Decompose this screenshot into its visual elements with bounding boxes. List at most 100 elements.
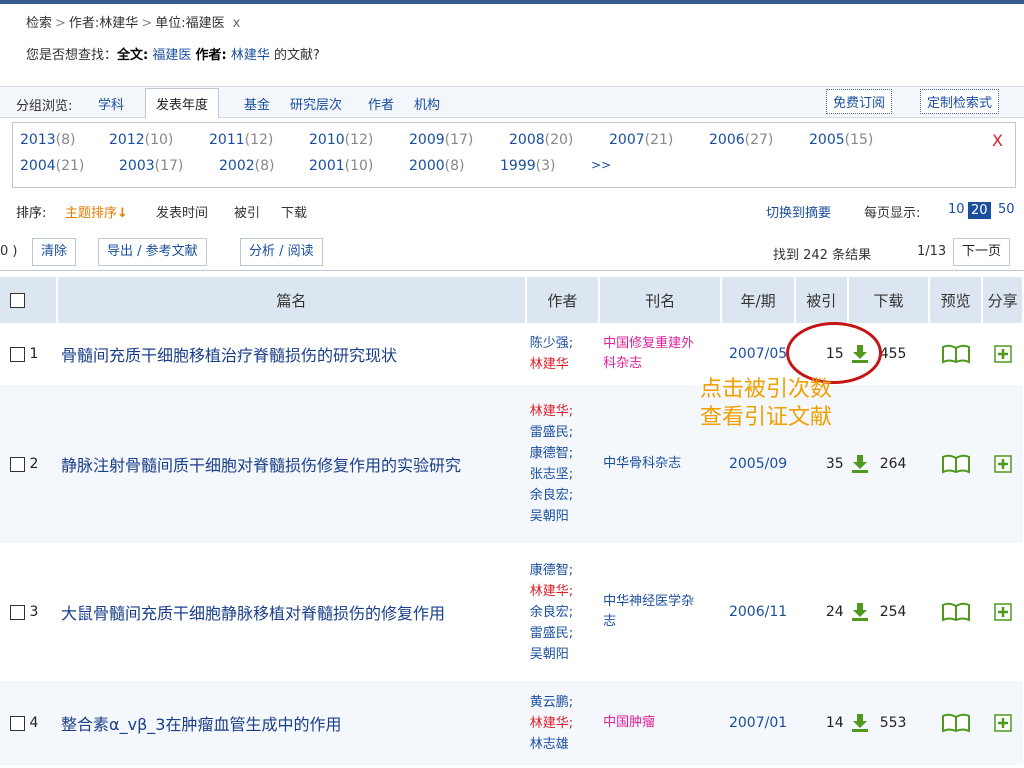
year-filter-item[interactable]: 2012(10) [109, 132, 173, 148]
year-filter-item[interactable]: 1999(3) [500, 158, 555, 174]
breadcrumb-search[interactable]: 检索 [26, 16, 52, 31]
close-year-filter-icon[interactable]: X [992, 131, 1003, 150]
per-page-20[interactable]: 20 [968, 202, 991, 219]
tab-author[interactable]: 作者 [368, 94, 394, 113]
tab-research-level[interactable]: 研究层次 [290, 94, 342, 113]
year-filter-item[interactable]: 2008(20) [509, 132, 573, 148]
author-link[interactable]: 吴朝阳 [530, 506, 595, 527]
tab-fund[interactable]: 基金 [244, 94, 270, 113]
download-icon[interactable] [851, 714, 868, 732]
result-toolbar: 0 ) 清除 导出 / 参考文献 分析 / 阅读 找到 242 条结果 1/13… [0, 234, 1024, 271]
citation-count-link[interactable]: 24 [794, 543, 848, 681]
year-filter-item[interactable]: 2007(21) [609, 132, 673, 148]
author-link[interactable]: 余良宏; [530, 602, 595, 623]
suggest-fulltext-label: 全文: [117, 48, 149, 63]
year-filter-item[interactable]: 2004(21) [20, 158, 84, 174]
download-icon[interactable] [851, 603, 868, 621]
author-link[interactable]: 康德智; [530, 443, 595, 464]
year-filter-item[interactable]: 2001(10) [309, 158, 373, 174]
custom-expression-button[interactable]: 定制检索式 [920, 89, 1000, 114]
tab-institution[interactable]: 机构 [414, 94, 440, 113]
free-subscribe-button[interactable]: 免费订阅 [826, 89, 893, 114]
journal-link[interactable]: 中华骨科杂志 [603, 454, 703, 474]
book-preview-icon[interactable] [941, 713, 971, 733]
next-page-button[interactable]: 下一页 [953, 238, 1011, 266]
author-link[interactable]: 雷盛民; [530, 422, 595, 443]
preview-cell [929, 681, 983, 765]
tab-subject[interactable]: 学科 [98, 94, 124, 113]
author-link[interactable]: 林志雄 [530, 734, 595, 755]
title-cell: 大鼠骨髓间充质干细胞静脉移植对脊髓损伤的修复作用 [57, 543, 526, 681]
year-filter-item[interactable]: 2003(17) [119, 158, 183, 174]
sort-by-downloads[interactable]: 下载 [281, 202, 307, 221]
year-filter-item[interactable]: 2000(8) [409, 158, 464, 174]
author-link[interactable]: 林建华; [530, 401, 595, 422]
author-link[interactable]: 雷盛民; [530, 623, 595, 644]
citation-count-link[interactable]: 14 [794, 681, 848, 765]
result-count: 找到 242 条结果 [773, 248, 872, 263]
sort-by-date[interactable]: 发表时间 [156, 202, 208, 221]
year-filter-item[interactable]: 2011(12) [209, 132, 273, 148]
row-checkbox[interactable] [10, 346, 25, 362]
analyze-read-button[interactable]: 分析 / 阅读 [240, 238, 323, 266]
author-link[interactable]: 黄云鹏; [530, 692, 595, 713]
header-downloads[interactable]: 下载 [847, 277, 931, 323]
sort-by-relevance[interactable]: 主题排序↓ [65, 202, 128, 221]
breadcrumb-close-icon[interactable]: x [233, 16, 241, 31]
share-plus-icon[interactable] [993, 345, 1012, 363]
download-count: 455 [879, 346, 907, 362]
per-page-10[interactable]: 10 [948, 202, 965, 217]
year-filter-item[interactable]: 2006(27) [709, 132, 773, 148]
header-title[interactable]: 篇名 [57, 277, 527, 323]
article-title-link[interactable]: 骨髓间充质干细胞移植治疗脊髓损伤的研究现状 [61, 346, 397, 365]
book-preview-icon[interactable] [941, 602, 971, 622]
share-plus-icon[interactable] [993, 603, 1012, 621]
select-all-checkbox[interactable] [10, 293, 25, 308]
breadcrumb-author[interactable]: 作者:林建华 [69, 16, 138, 31]
download-icon[interactable] [851, 455, 868, 473]
row-checkbox[interactable] [10, 715, 25, 731]
share-plus-icon[interactable] [993, 455, 1012, 473]
suggest-prefix: 您是否想查找： [26, 48, 118, 63]
book-preview-icon[interactable] [941, 454, 971, 474]
journal-link[interactable]: 中国修复重建外科杂志 [603, 334, 703, 374]
sort-bar: 排序: 主题排序↓ 发表时间 被引 下载 切换到摘要 每页显示: 10 20 5… [0, 196, 1024, 226]
clear-button[interactable]: 清除 [32, 238, 77, 266]
switch-to-abstract-link[interactable]: 切换到摘要 [766, 202, 831, 221]
row-checkbox[interactable] [10, 604, 25, 620]
share-plus-icon[interactable] [993, 714, 1012, 732]
author-link[interactable]: 康德智; [530, 560, 595, 581]
year-filter-item[interactable]: 2002(8) [219, 158, 274, 174]
year-filter-item[interactable]: 2013(8) [20, 132, 75, 148]
highlight-circle [786, 322, 882, 384]
article-title-link[interactable]: 大鼠骨髓间充质干细胞静脉移植对脊髓损伤的修复作用 [61, 604, 445, 623]
journal-link[interactable]: 中华神经医学杂志 [603, 592, 703, 632]
per-page-50[interactable]: 50 [998, 202, 1015, 217]
article-title-link[interactable]: 整合素α_vβ_3在肿瘤血管生成中的作用 [61, 715, 341, 734]
author-link[interactable]: 吴朝阳 [530, 644, 595, 665]
more-years-link[interactable]: >> [591, 158, 611, 172]
sort-by-citations[interactable]: 被引 [234, 202, 260, 221]
author-link[interactable]: 张志坚; [530, 464, 595, 485]
author-link[interactable]: 陈少强; [530, 333, 595, 354]
table-row: 3 大鼠骨髓间充质干细胞静脉移植对脊髓损伤的修复作用 康德智; 林建华; 余良宏; 雷… [0, 543, 1023, 681]
export-button[interactable]: 导出 / 参考文献 [98, 238, 207, 266]
breadcrumb-unit[interactable]: 单位:福建医 [155, 16, 224, 31]
year-filter-item[interactable]: 2005(15) [809, 132, 873, 148]
suggest-fulltext-link[interactable]: 福建医 [152, 48, 191, 63]
row-checkbox[interactable] [10, 456, 25, 472]
year-filter-item[interactable]: 2010(12) [309, 132, 373, 148]
suggest-author-link[interactable]: 林建华 [231, 48, 270, 63]
row-select-cell: 1 [0, 323, 58, 385]
author-link[interactable]: 林建华; [530, 713, 595, 734]
author-link[interactable]: 余良宏; [530, 485, 595, 506]
book-preview-icon[interactable] [941, 344, 971, 364]
journal-link[interactable]: 中国肿瘤 [603, 713, 703, 733]
author-link[interactable]: 林建华; [530, 581, 595, 602]
article-title-link[interactable]: 静脉注射骨髓间质干细胞对脊髓损伤修复作用的实验研究 [61, 456, 461, 475]
header-citations[interactable]: 被引 [794, 277, 849, 323]
share-cell [982, 543, 1023, 681]
author-link[interactable]: 林建华 [530, 354, 595, 375]
year-filter-item[interactable]: 2009(17) [409, 132, 473, 148]
tab-publish-year[interactable]: 发表年度 [145, 88, 220, 119]
